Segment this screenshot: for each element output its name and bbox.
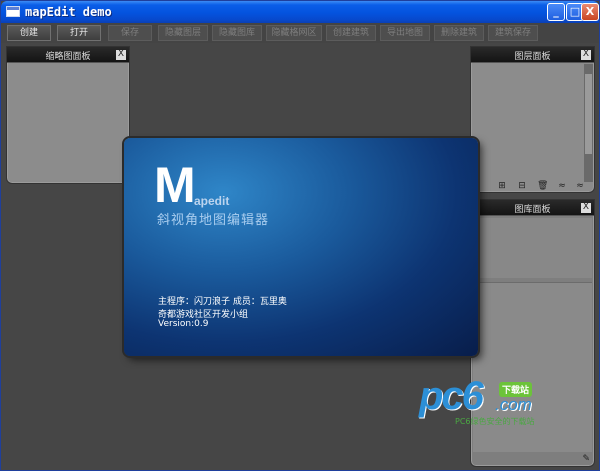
thumbnail-panel-close-button[interactable]: X: [116, 50, 126, 60]
watermark-slogan: PC6绿色安全的下载站: [455, 417, 535, 426]
thumbnail-panel-title: 缩略图面板: [45, 52, 91, 62]
move-layer-down-icon[interactable]: ≈: [575, 181, 585, 191]
library-panel-header[interactable]: 图库面板 X: [471, 200, 594, 216]
logo-text: apedit: [194, 194, 230, 208]
layers-scroll-thumb[interactable]: [585, 74, 592, 154]
layers-panel-close-button[interactable]: X: [581, 50, 591, 60]
delete-layer-icon[interactable]: 🗑: [537, 181, 548, 191]
open-button[interactable]: 打开: [57, 25, 101, 41]
layers-panel-header[interactable]: 图层面板 X: [471, 47, 594, 63]
credits-line-version: Version:0.9: [158, 319, 209, 329]
create-building-button[interactable]: 创建建筑: [326, 25, 376, 41]
library-category-area[interactable]: [473, 218, 592, 278]
add-layer-icon[interactable]: ⊞: [497, 181, 507, 191]
title-bar[interactable]: mapEdit demo _ □ X: [1, 1, 599, 23]
minimize-button[interactable]: _: [547, 3, 565, 21]
library-panel-title: 图库面板: [514, 205, 551, 215]
merge-layer-icon[interactable]: ⊟: [517, 181, 527, 191]
app-window-icon: [6, 6, 20, 17]
credits-line-authors: 主程序：闪刀浪子 成员：瓦里奥: [158, 297, 287, 307]
logo-initial: M: [154, 157, 196, 213]
delete-building-button[interactable]: 删除建筑: [434, 25, 484, 41]
pc6-watermark: pc6 下载站 .com PC6绿色安全的下载站: [419, 374, 544, 429]
layers-toolbar: ⊞ ⊟ 🗑 ≈ ≈: [471, 180, 594, 192]
close-window-button[interactable]: X: [581, 3, 599, 21]
hide-library-button[interactable]: 隐藏图库: [212, 25, 262, 41]
window-title: mapEdit demo: [25, 5, 112, 19]
hide-grid-button[interactable]: 隐藏格网区: [266, 25, 322, 41]
thumbnail-panel-header[interactable]: 缩略图面板 X: [7, 47, 129, 63]
splash-screen[interactable]: M apedit 斜视角地图编辑器 主程序：闪刀浪子 成员：瓦里奥 奇都游戏社区…: [124, 138, 478, 356]
pencil-icon[interactable]: ✎: [582, 454, 590, 464]
create-button[interactable]: 创建: [7, 25, 51, 41]
thumbnail-panel: 缩略图面板 X: [6, 46, 130, 184]
splash-subtitle: 斜视角地图编辑器: [157, 213, 270, 228]
move-layer-up-icon[interactable]: ≈: [557, 181, 567, 191]
save-building-button[interactable]: 建筑保存: [488, 25, 538, 41]
watermark-brand: pc6: [419, 374, 484, 418]
hide-layers-button[interactable]: 隐藏图层: [158, 25, 208, 41]
library-panel-close-button[interactable]: X: [581, 203, 591, 213]
layers-scrollbar[interactable]: [584, 64, 593, 182]
save-button[interactable]: 保存: [108, 25, 152, 41]
toolbar: 创建 打开 保存 隐藏图层 隐藏图库 隐藏格网区 创建建筑 导出地图 删除建筑 …: [1, 23, 599, 43]
watermark-domain: .com: [495, 395, 532, 414]
layers-panel-title: 图层面板: [514, 52, 551, 62]
app-window: mapEdit demo _ □ X 创建 打开 保存 隐藏图层 隐藏图库 隐藏…: [0, 0, 600, 471]
layers-panel: 图层面板 X ⊞ ⊟ 🗑 ≈ ≈: [470, 46, 595, 193]
export-map-button[interactable]: 导出地图: [380, 25, 430, 41]
